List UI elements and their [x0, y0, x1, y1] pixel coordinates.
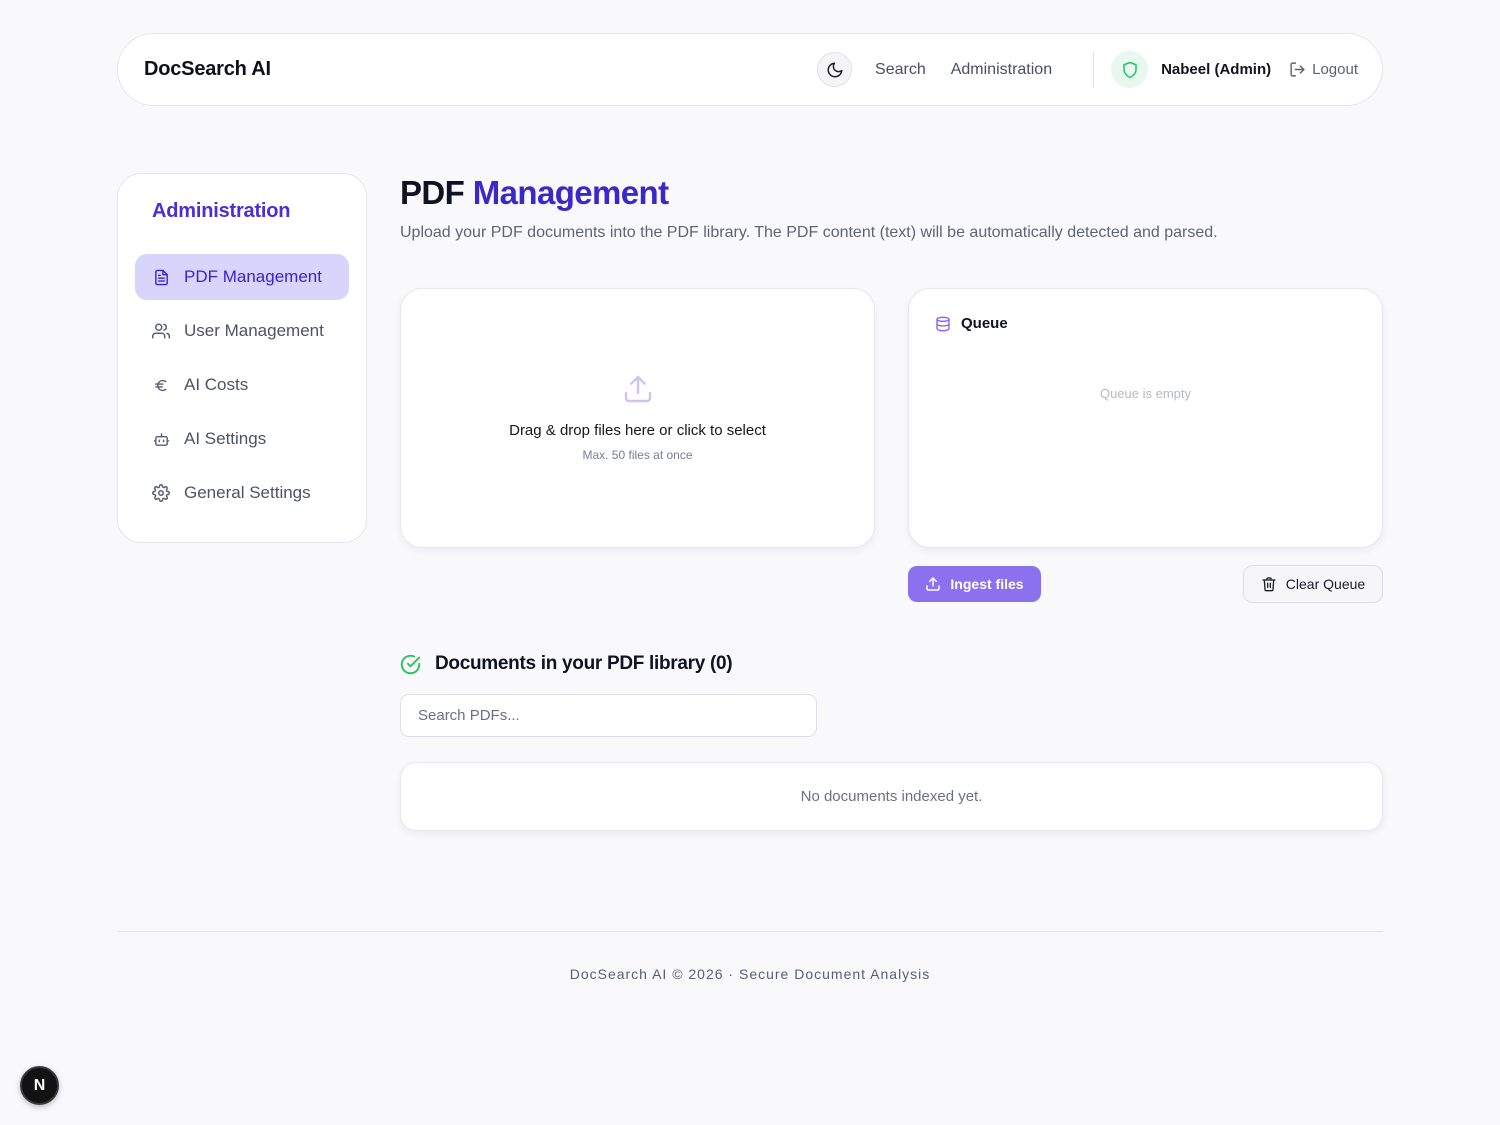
documents-empty-state: No documents indexed yet.: [400, 762, 1383, 831]
dropzone-hint: Max. 50 files at once: [582, 448, 693, 462]
header-divider: [1093, 51, 1095, 88]
users-icon: [152, 322, 170, 340]
ingest-files-button[interactable]: Ingest files: [908, 566, 1041, 602]
sidebar-item-label: PDF Management: [184, 267, 322, 286]
header-actions: Search Administration Nabeel (Admin) Log…: [817, 51, 1358, 88]
admin-sidebar: Administration PDF Management User Manag…: [117, 173, 367, 543]
theme-toggle-button[interactable]: [817, 52, 853, 87]
nextjs-dev-badge[interactable]: N: [20, 1066, 59, 1105]
trash-icon: [1262, 577, 1276, 592]
moon-icon: [827, 62, 843, 77]
upload-icon: [926, 577, 941, 591]
user-name: Nabeel (Admin): [1161, 61, 1272, 78]
dropzone-text: Drag & drop files here or click to selec…: [509, 422, 766, 439]
gear-icon: [152, 484, 170, 502]
shield-icon: [1122, 61, 1137, 78]
sidebar-item-pdf-management[interactable]: PDF Management: [135, 254, 349, 300]
upload-queue-panel: Queue Queue is empty: [908, 288, 1383, 548]
sidebar-item-label: General Settings: [184, 483, 311, 502]
upload-icon: [624, 375, 651, 403]
sidebar-title: Administration: [152, 200, 291, 222]
queue-title: Queue: [961, 315, 1008, 332]
sidebar-item-ai-costs[interactable]: AI Costs: [135, 362, 349, 408]
database-icon: [936, 316, 950, 331]
logout-icon: [1290, 62, 1305, 77]
library-title: Documents in your PDF library (0): [435, 653, 733, 674]
page-title-part1: PDF: [400, 174, 465, 211]
admin-role-badge: [1111, 51, 1149, 88]
library-header: Documents in your PDF library (0): [400, 653, 733, 675]
sidebar-item-label: User Management: [184, 321, 324, 340]
sidebar-item-general-settings[interactable]: General Settings: [135, 470, 349, 516]
documents-empty-text: No documents indexed yet.: [800, 788, 983, 805]
nav-administration-link[interactable]: Administration: [951, 61, 1052, 79]
euro-icon: [152, 376, 170, 394]
queue-header: Queue: [935, 315, 1008, 332]
nextjs-badge-label: N: [33, 1076, 46, 1094]
sidebar-item-label: AI Settings: [184, 429, 267, 448]
file-text-icon: [152, 268, 170, 286]
logout-label: Logout: [1312, 61, 1358, 78]
ingest-files-label: Ingest files: [950, 576, 1024, 592]
brand-logo[interactable]: DocSearch AI: [144, 58, 271, 81]
logout-button[interactable]: Logout: [1289, 61, 1358, 78]
file-dropzone[interactable]: Drag & drop files here or click to selec…: [400, 288, 875, 548]
footer-text: DocSearch AI © 2026 · Secure Document An…: [569, 966, 931, 982]
footer-divider: [117, 931, 1383, 932]
page-subtitle: Upload your PDF documents into the PDF l…: [400, 224, 1218, 241]
sidebar-item-ai-settings[interactable]: AI Settings: [135, 416, 349, 462]
page-title-part2: Management: [472, 174, 669, 211]
search-pdfs-input[interactable]: [400, 694, 817, 737]
page-title: PDF Management: [400, 174, 669, 212]
check-circle-icon: [400, 654, 421, 674]
sidebar-item-label: AI Costs: [184, 375, 249, 394]
sidebar-item-user-management[interactable]: User Management: [135, 308, 349, 354]
queue-empty-text: Queue is empty: [1099, 386, 1192, 401]
nav-search-link[interactable]: Search: [875, 61, 926, 79]
robot-icon: [152, 430, 170, 448]
top-navbar: DocSearch AI Search Administration Nabee…: [117, 33, 1383, 106]
clear-queue-button[interactable]: Clear Queue: [1243, 565, 1383, 603]
clear-queue-label: Clear Queue: [1285, 576, 1366, 592]
